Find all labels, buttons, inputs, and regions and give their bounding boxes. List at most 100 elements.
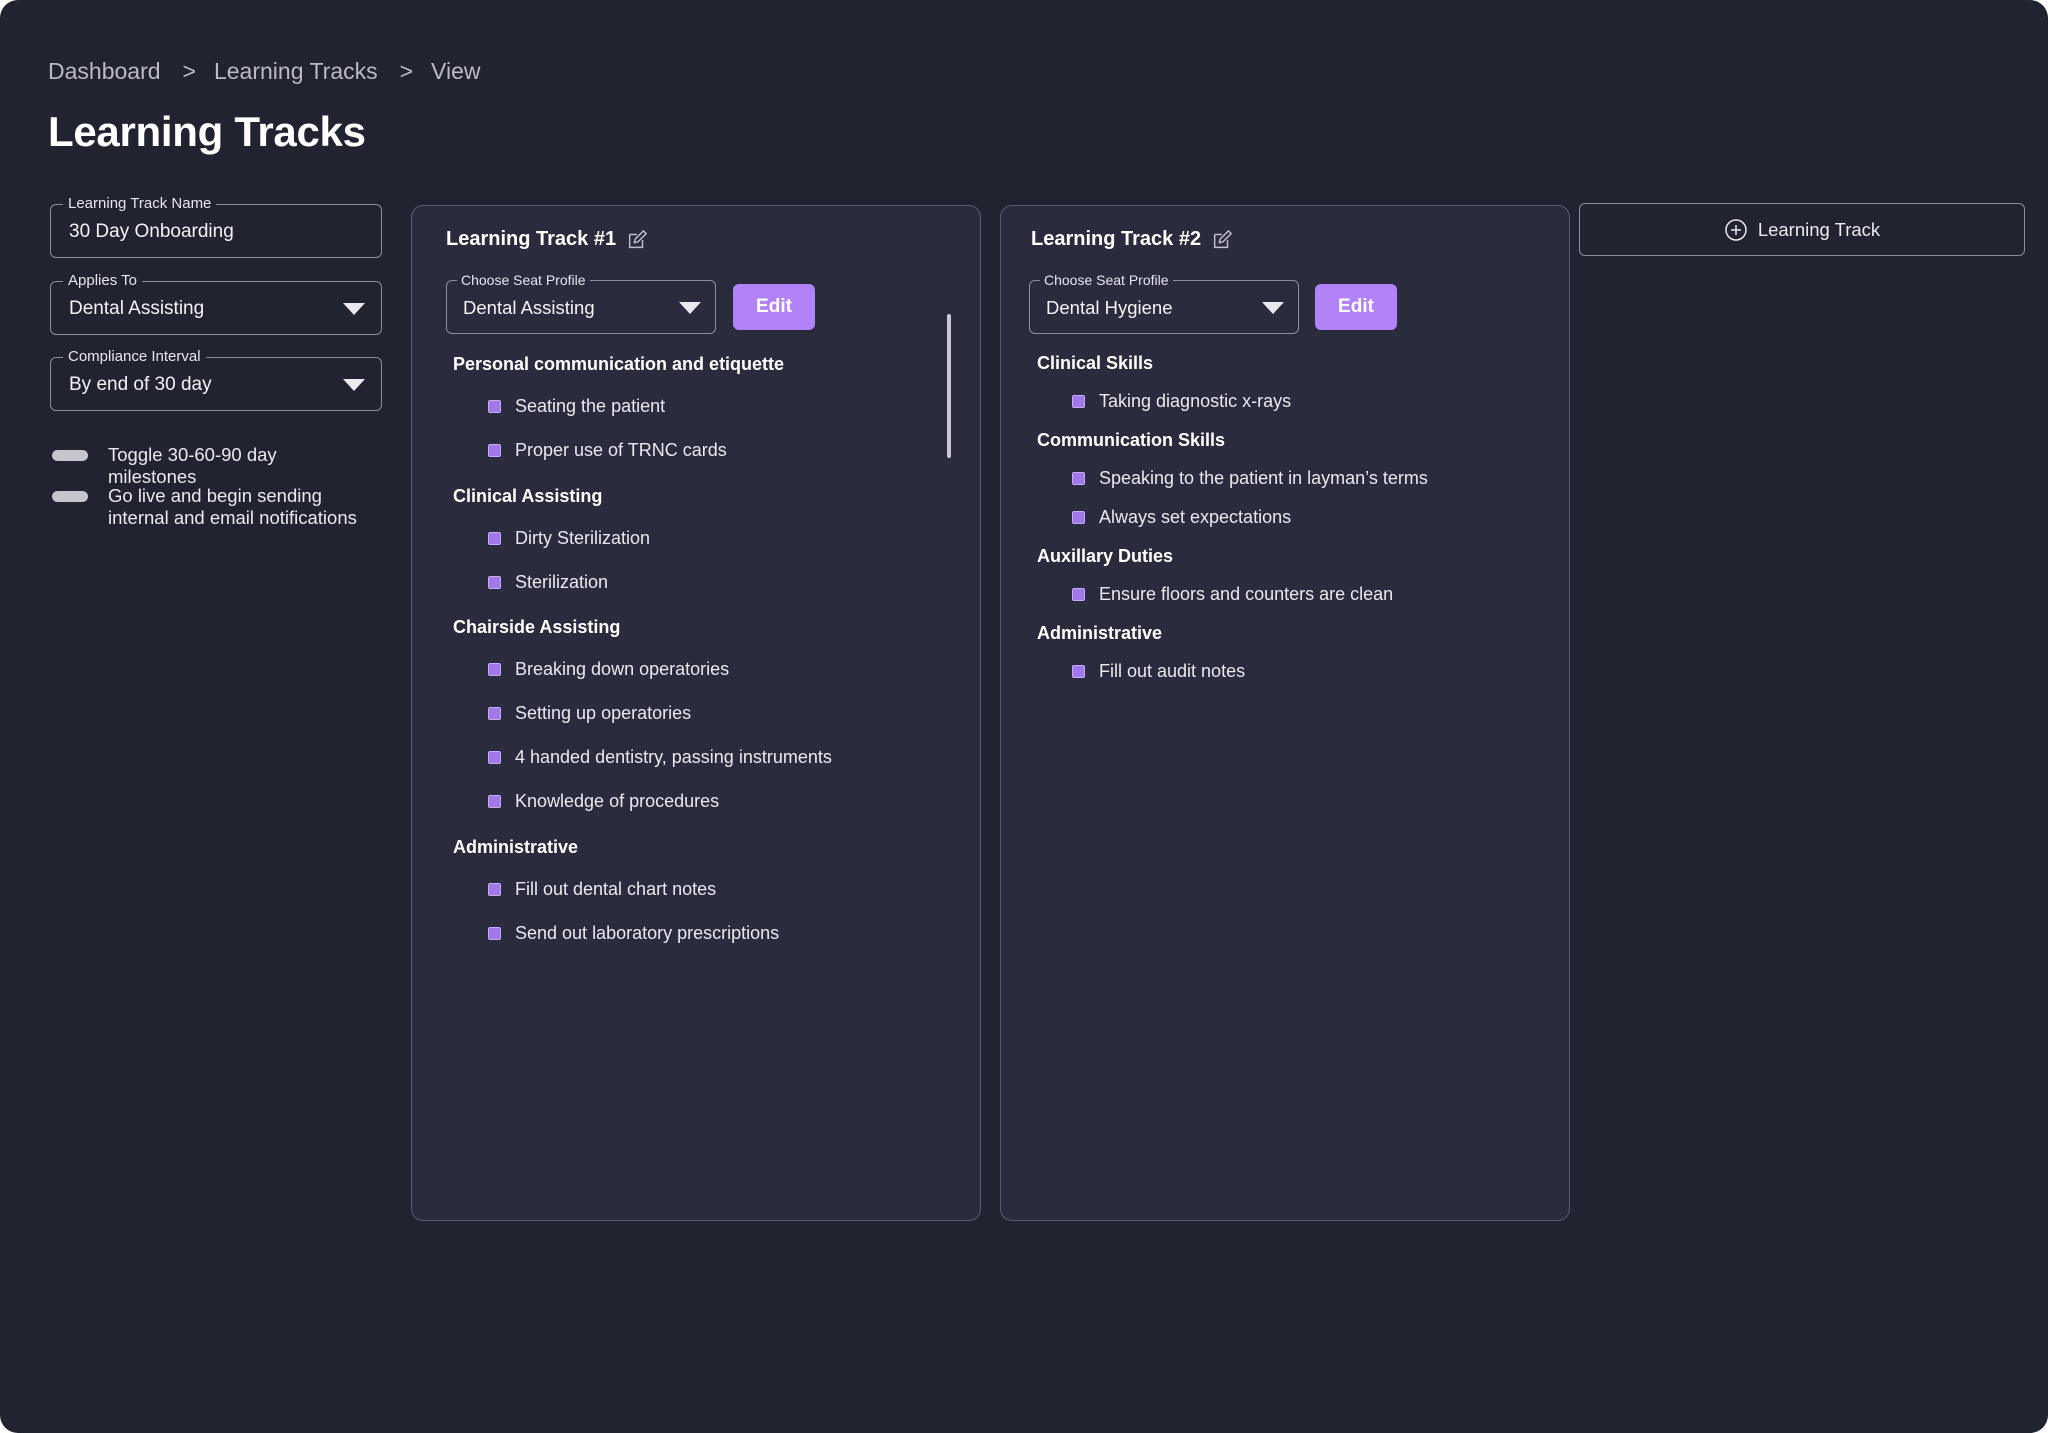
- track-name-value: 30 Day Onboarding: [69, 221, 234, 242]
- checkbox[interactable]: [488, 883, 501, 896]
- applies-to-legend: Applies To: [63, 271, 142, 291]
- section-heading: Auxillary Duties: [1037, 546, 1174, 566]
- list-item-label: Fill out audit notes: [1099, 661, 1246, 681]
- list-item-label: Seating the patient: [515, 396, 666, 416]
- checkbox[interactable]: [488, 751, 501, 764]
- checkbox[interactable]: [488, 707, 501, 720]
- applies-to-value: Dental Assisting: [69, 298, 205, 319]
- app-frame: Dashboard > Learning Tracks > View Learn…: [0, 0, 2048, 1433]
- breadcrumb: Dashboard > Learning Tracks > View: [48, 56, 480, 86]
- section-heading: Clinical Skills: [1037, 353, 1154, 373]
- section-heading: Personal communication and etiquette: [453, 354, 785, 374]
- list-item-label: Breaking down operatories: [515, 659, 730, 679]
- caret-down-icon[interactable]: [1262, 302, 1284, 314]
- go-live-toggle[interactable]: [52, 491, 88, 502]
- track-title-text: Learning Track #1: [446, 228, 617, 250]
- list-item-label: Ensure floors and counters are clean: [1099, 584, 1394, 604]
- section-heading: Chairside Assisting: [453, 617, 621, 637]
- list-item: Dirty Sterilization: [488, 528, 650, 549]
- list-item-label: Taking diagnostic x-rays: [1099, 391, 1292, 411]
- list-item-label: Speaking to the patient in layman’s term…: [1099, 468, 1428, 488]
- milestones-toggle[interactable]: [52, 450, 88, 461]
- list-item: Fill out audit notes: [1072, 661, 1245, 682]
- checkbox[interactable]: [1072, 511, 1085, 524]
- compliance-interval-value: By end of 30 day: [69, 374, 212, 395]
- list-item: Seating the patient: [488, 396, 665, 417]
- track-name-legend: Learning Track Name: [63, 194, 217, 214]
- list-item: Proper use of TRNC cards: [488, 440, 727, 461]
- milestones-toggle-label: Toggle 30-60-90 day milestones: [108, 444, 277, 487]
- section-heading: Clinical Assisting: [453, 486, 603, 506]
- caret-down-icon[interactable]: [343, 303, 365, 315]
- section-heading: Administrative: [1037, 623, 1163, 643]
- breadcrumb-current: View: [431, 57, 481, 84]
- milestones-toggle-row: Toggle 30-60-90 day milestones: [52, 444, 368, 488]
- seat-profile-legend: Choose Seat Profile: [457, 270, 590, 290]
- list-item: Speaking to the patient in layman’s term…: [1072, 468, 1428, 489]
- list-item-label: Send out laboratory prescriptions: [515, 923, 780, 943]
- caret-down-icon[interactable]: [343, 379, 365, 391]
- list-item-label: 4 handed dentistry, passing instruments: [515, 747, 832, 767]
- breadcrumb-learning-tracks[interactable]: Learning Tracks: [214, 58, 378, 85]
- checkbox[interactable]: [488, 532, 501, 545]
- checkbox[interactable]: [488, 663, 501, 676]
- checkbox[interactable]: [488, 927, 501, 940]
- checkbox[interactable]: [1072, 472, 1085, 485]
- breadcrumb-dashboard[interactable]: Dashboard: [48, 58, 161, 85]
- list-item: Knowledge of procedures: [488, 791, 719, 812]
- list-item: Ensure floors and counters are clean: [1072, 584, 1393, 605]
- list-item: Setting up operatories: [488, 703, 691, 724]
- checkbox[interactable]: [488, 444, 501, 457]
- edit-pencil-icon[interactable]: [626, 229, 648, 251]
- track-title-text: Learning Track #2: [1031, 228, 1202, 250]
- learning-track-panel-1: Learning Track #1 Choose Seat Profile De…: [411, 205, 981, 1221]
- add-learning-track-label: Learning Track: [1757, 218, 1881, 240]
- scrollbar[interactable]: [947, 314, 951, 458]
- seat-profile-select[interactable]: Choose Seat Profile Dental Hygiene: [1029, 270, 1299, 334]
- compliance-interval-legend: Compliance Interval: [63, 347, 206, 367]
- checkbox[interactable]: [488, 795, 501, 808]
- checkbox[interactable]: [488, 576, 501, 589]
- track-name-field[interactable]: Learning Track Name 30 Day Onboarding: [50, 194, 382, 258]
- caret-down-icon[interactable]: [679, 302, 701, 314]
- list-item-label: Setting up operatories: [515, 703, 692, 723]
- seat-profile-value: Dental Hygiene: [1046, 297, 1173, 318]
- plus-circle-icon: [1725, 218, 1747, 241]
- edit-pencil-icon[interactable]: [1211, 229, 1233, 251]
- add-learning-track-button[interactable]: Learning Track: [1579, 203, 2025, 256]
- list-item: Always set expectations: [1072, 507, 1291, 528]
- checkbox[interactable]: [1072, 395, 1085, 408]
- track-title: Learning Track #1: [446, 228, 648, 251]
- breadcrumb-separator: >: [399, 57, 414, 84]
- compliance-interval-select[interactable]: Compliance Interval By end of 30 day: [50, 347, 382, 411]
- list-item: 4 handed dentistry, passing instruments: [488, 747, 832, 768]
- seat-profile-select[interactable]: Choose Seat Profile Dental Assisting: [446, 270, 716, 334]
- applies-to-select[interactable]: Applies To Dental Assisting: [50, 271, 382, 335]
- list-item: Taking diagnostic x-rays: [1072, 391, 1291, 412]
- section-heading: Administrative: [453, 837, 579, 857]
- checkbox[interactable]: [1072, 665, 1085, 678]
- list-item-label: Always set expectations: [1099, 507, 1292, 527]
- seat-profile-value: Dental Assisting: [463, 297, 595, 318]
- checkbox[interactable]: [488, 400, 501, 413]
- list-item: Breaking down operatories: [488, 659, 729, 680]
- list-item: Send out laboratory prescriptions: [488, 923, 779, 944]
- go-live-toggle-label: Go live and begin sending internal and e…: [108, 485, 357, 528]
- list-item: Sterilization: [488, 572, 608, 593]
- edit-button[interactable]: Edit: [733, 284, 815, 330]
- section-heading: Communication Skills: [1037, 430, 1226, 450]
- track-title: Learning Track #2: [1031, 228, 1233, 251]
- list-item: Fill out dental chart notes: [488, 879, 716, 900]
- page-title: Learning Tracks: [48, 108, 366, 155]
- learning-track-panel-2: Learning Track #2 Choose Seat Profile De…: [1000, 205, 1570, 1221]
- edit-button[interactable]: Edit: [1315, 284, 1397, 330]
- list-item-label: Proper use of TRNC cards: [515, 440, 727, 460]
- list-item-label: Sterilization: [515, 572, 609, 592]
- breadcrumb-separator: >: [182, 57, 196, 84]
- list-item-label: Fill out dental chart notes: [515, 879, 717, 899]
- checkbox[interactable]: [1072, 588, 1085, 601]
- list-item-label: Dirty Sterilization: [515, 528, 651, 548]
- seat-profile-legend: Choose Seat Profile: [1040, 270, 1173, 290]
- list-item-label: Knowledge of procedures: [515, 791, 720, 811]
- go-live-toggle-row: Go live and begin sending internal and e…: [52, 485, 368, 529]
